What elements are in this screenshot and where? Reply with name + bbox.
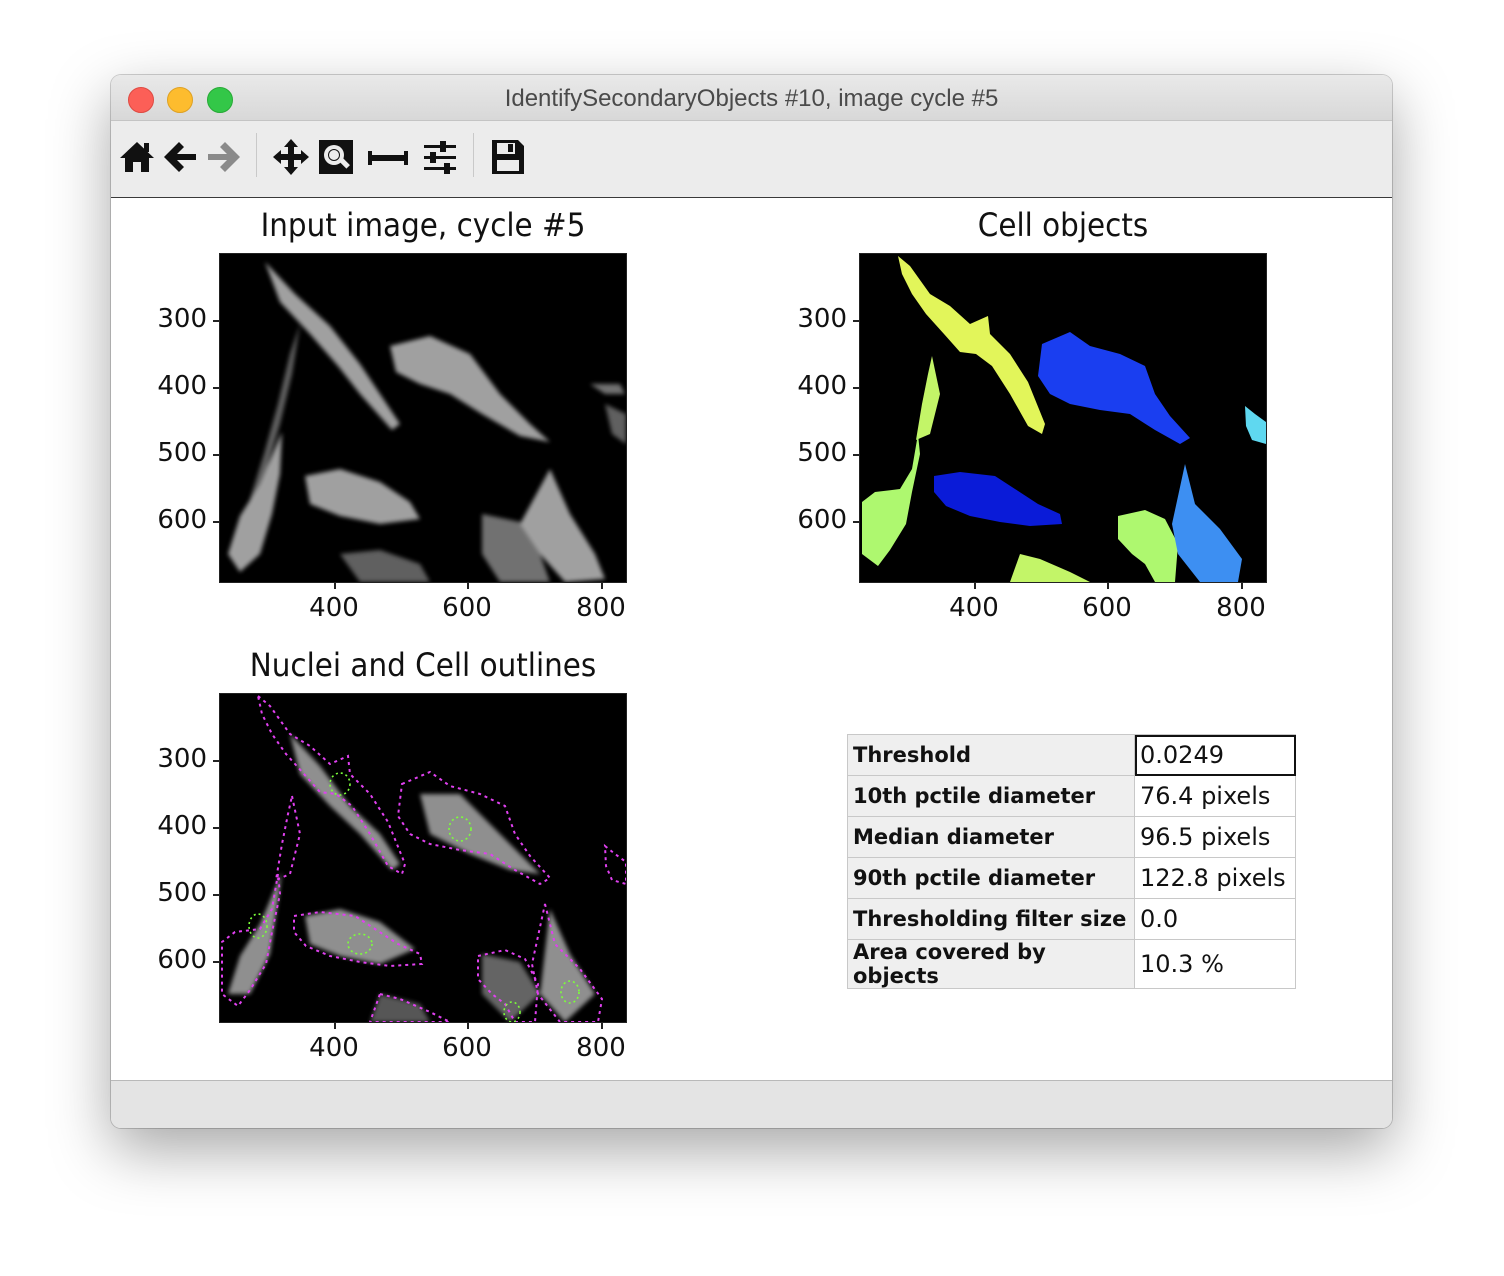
- x-tick-mark: [1107, 583, 1109, 589]
- x-tick-label: 400: [309, 593, 359, 623]
- y-tick-mark: [213, 827, 219, 829]
- y-tick-label: 300: [797, 304, 847, 334]
- y-tick-label: 500: [797, 438, 847, 468]
- cell-outline: [274, 795, 302, 882]
- save-icon[interactable]: [488, 137, 528, 177]
- x-tick-mark: [334, 1023, 336, 1029]
- x-tick-label: 400: [309, 1033, 359, 1063]
- stat-value[interactable]: 0.0: [1134, 898, 1296, 940]
- cell-object: [916, 356, 940, 440]
- stat-label: Threshold: [847, 734, 1135, 776]
- cell-object: [934, 472, 1062, 526]
- stat-value[interactable]: 76.4 pixels: [1134, 775, 1296, 817]
- x-tick-label: 600: [1082, 593, 1132, 623]
- y-tick-mark: [213, 521, 219, 523]
- x-tick-mark: [1241, 583, 1243, 589]
- y-tick-mark: [213, 760, 219, 762]
- input-image-axes[interactable]: [219, 253, 627, 583]
- stat-label: Thresholding filter size: [847, 898, 1135, 940]
- toolbar-separator: [256, 133, 257, 177]
- navigation-toolbar: [111, 121, 1392, 199]
- y-tick-label: 400: [797, 371, 847, 401]
- x-tick-label: 800: [1216, 593, 1266, 623]
- y-tick-mark: [213, 961, 219, 963]
- figure-window: IdentifySecondaryObjects #10, image cycl…: [111, 75, 1392, 1128]
- window-title: IdentifySecondaryObjects #10, image cycl…: [504, 85, 999, 112]
- back-icon[interactable]: [160, 137, 200, 177]
- stat-label: Median diameter: [847, 816, 1135, 858]
- y-tick-label: 400: [157, 371, 207, 401]
- x-tick-label: 800: [576, 1033, 626, 1063]
- y-tick-label: 600: [157, 945, 207, 975]
- x-tick-label: 600: [442, 1033, 492, 1063]
- y-tick-mark: [853, 521, 859, 523]
- y-tick-label: 500: [157, 438, 207, 468]
- x-tick-mark: [467, 583, 469, 589]
- x-tick-label: 400: [949, 593, 999, 623]
- subplots-icon[interactable]: [366, 137, 408, 177]
- title-bar[interactable]: IdentifySecondaryObjects #10, image cycl…: [111, 75, 1392, 121]
- table-row: Median diameter 96.5 pixels: [847, 816, 1296, 858]
- x-tick-mark: [974, 583, 976, 589]
- configure-icon[interactable]: [420, 137, 460, 177]
- y-tick-mark: [213, 387, 219, 389]
- objects-plot-title: Cell objects: [977, 206, 1149, 244]
- y-tick-mark: [853, 320, 859, 322]
- y-tick-label: 300: [157, 744, 207, 774]
- y-tick-label: 400: [157, 811, 207, 841]
- y-tick-label: 300: [157, 304, 207, 334]
- x-tick-label: 800: [576, 593, 626, 623]
- stat-value[interactable]: 10.3 %: [1134, 939, 1296, 989]
- table-row: Area covered by objects 10.3 %: [847, 939, 1296, 989]
- cell-outline: [603, 843, 626, 886]
- x-tick-mark: [601, 583, 603, 589]
- stat-value[interactable]: 122.8 pixels: [1134, 857, 1296, 899]
- table-row: Thresholding filter size 0.0: [847, 898, 1296, 940]
- table-row: 90th pctile diameter 122.8 pixels: [847, 857, 1296, 899]
- cell-object: [898, 256, 1045, 434]
- toolbar-separator: [473, 133, 474, 177]
- x-tick-mark: [334, 583, 336, 589]
- cell-object: [1172, 464, 1242, 582]
- x-tick-mark: [601, 1023, 603, 1029]
- y-tick-mark: [853, 387, 859, 389]
- y-tick-mark: [213, 894, 219, 896]
- measurements-table: Threshold 0.0249 10th pctile diameter 76.4 …: [847, 734, 1296, 989]
- forward-icon[interactable]: [204, 137, 244, 177]
- stat-value[interactable]: 0.0249: [1134, 734, 1296, 776]
- stat-value[interactable]: 96.5 pixels: [1134, 816, 1296, 858]
- home-icon[interactable]: [117, 137, 157, 177]
- y-tick-label: 600: [797, 505, 847, 535]
- table-row: Threshold 0.0249: [847, 734, 1296, 776]
- zoom-icon[interactable]: [316, 137, 356, 177]
- y-tick-mark: [213, 320, 219, 322]
- y-tick-label: 500: [157, 878, 207, 908]
- status-bar: [111, 1080, 1392, 1128]
- y-tick-label: 600: [157, 505, 207, 535]
- input-plot-title: Input image, cycle #5: [260, 206, 586, 244]
- cell-object: [1118, 510, 1178, 582]
- y-tick-mark: [213, 454, 219, 456]
- cell-objects-axes[interactable]: [859, 253, 1267, 583]
- outlines-plot-title: Nuclei and Cell outlines: [249, 646, 597, 684]
- table-row: 10th pctile diameter 76.4 pixels: [847, 775, 1296, 817]
- cell-object: [1038, 332, 1190, 444]
- y-tick-mark: [853, 454, 859, 456]
- x-tick-mark: [467, 1023, 469, 1029]
- stat-label: 90th pctile diameter: [847, 857, 1135, 899]
- x-tick-label: 600: [442, 593, 492, 623]
- stat-label: Area covered by objects: [847, 939, 1135, 989]
- stat-label: 10th pctile diameter: [847, 775, 1135, 817]
- outlines-axes[interactable]: [219, 693, 627, 1023]
- cell-object: [1245, 406, 1266, 444]
- figure-canvas: Input image, cycle #5 Cell objects Nucle…: [111, 198, 1392, 1080]
- cell-object: [862, 434, 920, 566]
- cell-object: [1010, 554, 1090, 582]
- pan-icon[interactable]: [271, 137, 311, 177]
